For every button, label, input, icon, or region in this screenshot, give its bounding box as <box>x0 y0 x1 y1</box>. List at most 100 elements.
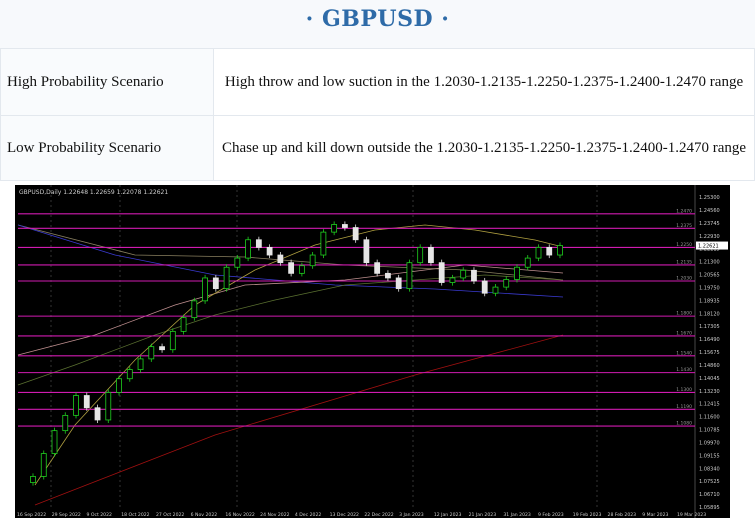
level-label-3: 1.2135 <box>676 259 692 265</box>
level-label-0: 1.2470 <box>676 208 692 214</box>
candle-body-9 <box>126 369 133 380</box>
candle-body-25 <box>298 265 305 274</box>
chart-header: GBPUSD,Daily 1.22648 1.22659 1.22078 1.2… <box>19 189 168 196</box>
scenario-text-low: Chase up and kill down outside the 1.203… <box>213 115 755 181</box>
price-tick-16: 1.12415 <box>699 402 720 408</box>
date-tick-8: 4 Dec 2022 <box>295 512 322 518</box>
candle-body-0 <box>30 476 36 483</box>
scenario-text-high: High throw and low suction in the 1.2030… <box>213 48 755 116</box>
candle-body-27 <box>320 231 327 256</box>
candle-body-47 <box>535 246 542 259</box>
date-tick-9: 13 Dec 2022 <box>330 512 359 518</box>
date-tick-7: 24 Nov 2022 <box>260 512 289 518</box>
date-tick-4: 27 Oct 2022 <box>156 512 184 518</box>
candle-body-21 <box>255 239 262 248</box>
candle-body-10 <box>137 358 144 370</box>
candle-body-24 <box>288 262 295 274</box>
price-tick-11: 1.16490 <box>699 337 720 343</box>
candle-body-33 <box>385 272 391 279</box>
candle-body-28 <box>331 224 338 233</box>
price-tick-8: 1.18935 <box>699 298 720 304</box>
date-tick-13: 21 Jan 2023 <box>469 512 497 518</box>
price-tick-10: 1.17305 <box>699 324 720 330</box>
candle-body-36 <box>417 246 424 264</box>
price-tick-2: 1.23745 <box>699 221 720 227</box>
candle-body-7 <box>105 392 112 421</box>
candle-body-4 <box>73 395 79 416</box>
date-tick-11: 3 Jan 2023 <box>399 512 424 518</box>
level-label-9: 1.1300 <box>676 387 692 393</box>
level-label-6: 1.1670 <box>676 330 692 336</box>
ma-red-trend-line <box>34 334 564 506</box>
price-tick-22: 1.07525 <box>699 479 720 485</box>
candle-body-11 <box>148 346 155 360</box>
level-label-1: 1.2375 <box>676 223 692 229</box>
candle-body-13 <box>169 330 176 351</box>
candle-body-2 <box>51 430 58 454</box>
price-tick-18: 1.10785 <box>699 428 720 434</box>
candle-body-35 <box>406 262 413 290</box>
candle-body-1 <box>40 453 47 477</box>
price-tick-20: 1.09155 <box>699 453 720 459</box>
candle-body-45 <box>514 266 520 280</box>
candle-body-40 <box>460 269 467 279</box>
current-price-label: 1.22621 <box>698 244 719 250</box>
price-tick-13: 1.14860 <box>699 363 720 369</box>
ma-fast-line <box>34 224 564 486</box>
level-label-10: 1.1190 <box>676 404 692 410</box>
candle-body-30 <box>352 227 359 241</box>
price-tick-1: 1.24560 <box>699 208 720 214</box>
scenario-label-high: High Probability Scenario <box>0 48 214 116</box>
price-tick-21: 1.08340 <box>699 466 720 472</box>
chart-canvas: GBPUSD,Daily 1.22648 1.22659 1.22078 1.2… <box>17 185 728 518</box>
price-tick-14: 1.14045 <box>699 376 720 382</box>
candle-body-14 <box>180 317 187 332</box>
candle-body-18 <box>223 266 230 290</box>
candle-body-6 <box>94 407 101 421</box>
candle-body-19 <box>234 257 241 268</box>
price-tick-5: 1.21300 <box>699 260 720 266</box>
candle-body-29 <box>341 224 348 228</box>
candle-body-43 <box>492 286 499 294</box>
price-tick-17: 1.11600 <box>699 415 720 421</box>
price-tick-3: 1.22930 <box>699 234 720 240</box>
price-tick-23: 1.06710 <box>699 492 720 498</box>
scenario-label-low: Low Probability Scenario <box>0 115 214 181</box>
date-tick-17: 28 Feb 2023 <box>608 512 637 518</box>
candle-body-15 <box>191 300 198 319</box>
price-tick-6: 1.20565 <box>699 273 720 279</box>
candle-body-49 <box>557 245 563 256</box>
level-label-8: 1.1430 <box>676 367 692 373</box>
date-tick-12: 12 Jan 2023 <box>434 512 462 518</box>
candle-body-37 <box>428 246 434 264</box>
date-tick-14: 31 Jan 2023 <box>503 512 531 518</box>
date-tick-18: 9 Mar 2023 <box>642 512 668 518</box>
candle-body-12 <box>159 346 165 351</box>
candle-body-32 <box>374 262 381 274</box>
date-tick-19: 19 Mar 2023 <box>677 512 706 518</box>
date-tick-2: 9 Oct 2022 <box>86 512 112 518</box>
level-label-2: 1.2250 <box>676 242 692 248</box>
level-label-4: 1.2030 <box>676 275 692 281</box>
candle-body-42 <box>481 280 488 294</box>
candle-body-44 <box>503 279 510 288</box>
candle-body-41 <box>471 269 477 282</box>
scenario-row-high: High Probability Scenario High throw and… <box>0 48 755 116</box>
price-chart: GBPUSD,Daily 1.22648 1.22659 1.22078 1.2… <box>15 185 730 518</box>
candle-body-34 <box>395 277 402 290</box>
candle-body-31 <box>363 239 370 264</box>
candle-body-39 <box>449 277 456 283</box>
date-tick-10: 22 Dec 2022 <box>364 512 393 518</box>
title-bar: · GBPUSD · <box>0 0 755 48</box>
date-tick-15: 9 Feb 2023 <box>538 512 564 518</box>
candle-body-16 <box>202 277 208 302</box>
candle-body-20 <box>245 239 252 259</box>
price-tick-9: 1.18120 <box>699 311 720 317</box>
price-tick-0: 1.25300 <box>699 195 720 201</box>
candle-body-23 <box>277 254 284 264</box>
level-label-5: 1.1800 <box>676 311 692 317</box>
scenario-table: High Probability Scenario High throw and… <box>0 48 755 181</box>
price-tick-24: 1.05895 <box>699 505 720 511</box>
candle-body-8 <box>116 378 122 393</box>
price-tick-12: 1.15675 <box>699 350 720 356</box>
